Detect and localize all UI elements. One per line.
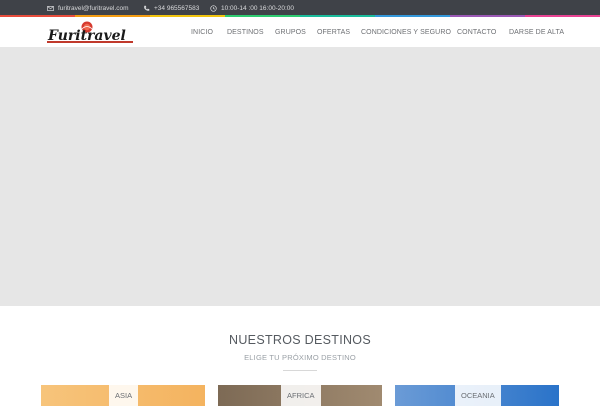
- main-nav: INICIO DESTINOS GRUPOS OFERTAS CONDICION…: [0, 17, 600, 48]
- nav-darse-de-alta[interactable]: DARSE DE ALTA: [509, 29, 564, 36]
- destination-card-oceania[interactable]: OCEANIA: [395, 385, 559, 406]
- nav-condiciones[interactable]: CONDICIONES Y SEGURO: [361, 29, 451, 36]
- destinations-section: NUESTROS DESTINOS ELIGE TU PRÓXIMO DESTI…: [0, 306, 600, 406]
- destination-label: AFRICA: [281, 385, 321, 406]
- section-divider: [283, 370, 317, 371]
- destination-label: OCEANIA: [455, 385, 501, 406]
- top-info-bar: furitravel@furitravel.com +34 965567583 …: [0, 0, 600, 16]
- clock-icon: [209, 4, 218, 13]
- nav-inicio[interactable]: INICIO: [191, 29, 213, 36]
- phone-icon: [142, 4, 151, 13]
- destination-card-africa[interactable]: AFRICA: [218, 385, 382, 406]
- site-header: Furitravel INICIO DESTINOS GRUPOS OFERTA…: [0, 17, 600, 48]
- contact-email[interactable]: furitravel@furitravel.com: [46, 2, 129, 14]
- hours-text: 10:00-14 :00 16:00-20:00: [221, 4, 295, 12]
- destination-label: ASIA: [109, 385, 139, 406]
- contact-phone[interactable]: +34 965567583: [142, 2, 199, 14]
- opening-hours: 10:00-14 :00 16:00-20:00: [209, 2, 294, 14]
- section-subtitle: ELIGE TU PRÓXIMO DESTINO: [244, 353, 356, 362]
- nav-ofertas[interactable]: OFERTAS: [317, 29, 350, 36]
- nav-grupos[interactable]: GRUPOS: [275, 29, 306, 36]
- envelope-icon: [46, 4, 55, 13]
- email-text: furitravel@furitravel.com: [58, 4, 129, 12]
- hero-slider[interactable]: [0, 48, 600, 306]
- nav-destinos[interactable]: DESTINOS: [227, 29, 264, 36]
- section-title: NUESTROS DESTINOS: [229, 333, 371, 347]
- phone-text: +34 965567583: [154, 4, 200, 12]
- destination-card-asia[interactable]: ASIA: [41, 385, 205, 406]
- nav-contacto[interactable]: CONTACTO: [457, 29, 496, 36]
